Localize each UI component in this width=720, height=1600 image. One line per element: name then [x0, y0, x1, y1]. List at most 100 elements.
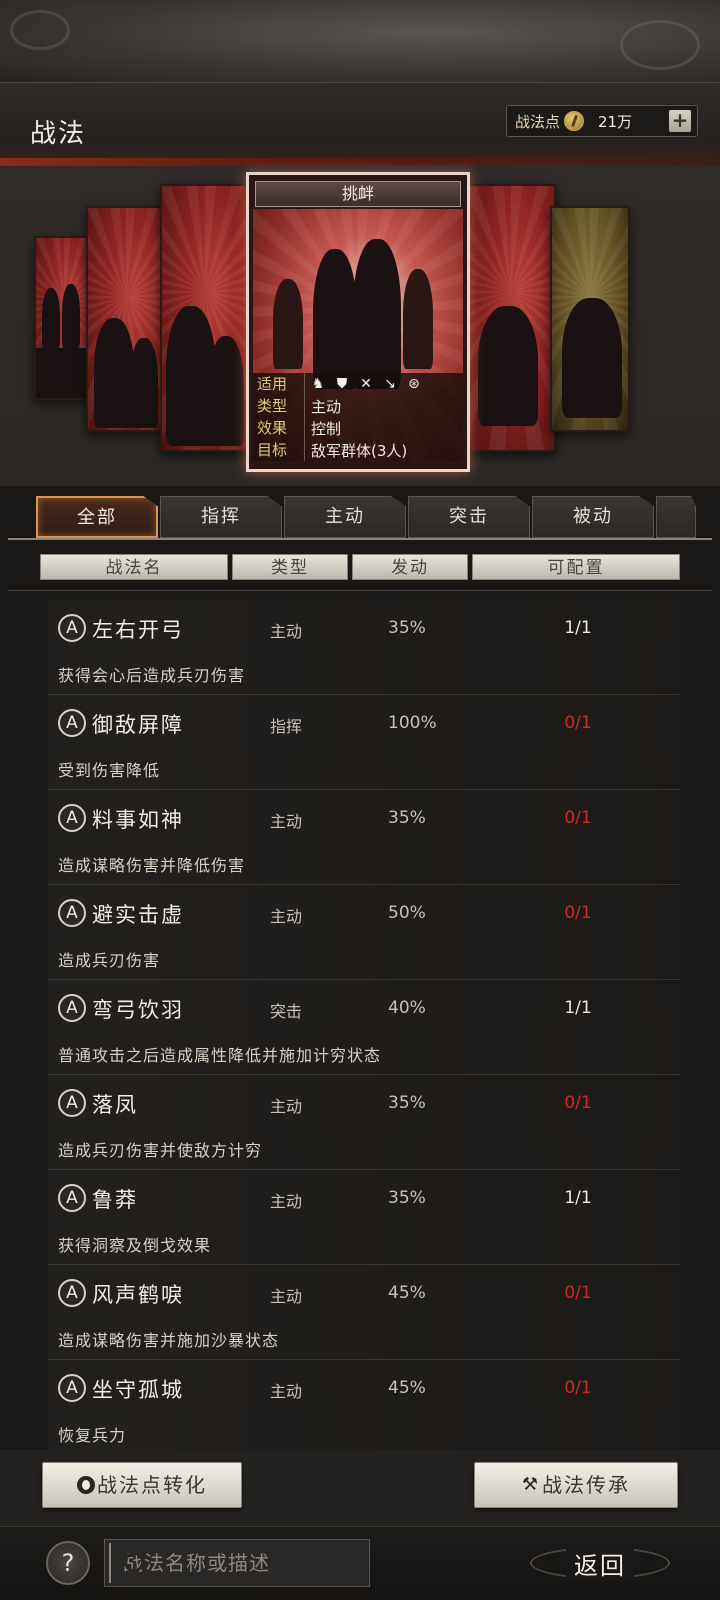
- skill-description: 造成谋略伤害并降低伤害: [58, 856, 246, 875]
- column-header-name[interactable]: 战法名: [40, 554, 228, 580]
- skill-config-count: 0/1: [564, 1093, 592, 1113]
- help-button[interactable]: ?: [46, 1541, 90, 1585]
- skill-description: 获得洞察及倒戈效果: [58, 1236, 212, 1255]
- skill-config-count: 0/1: [564, 808, 592, 828]
- page-title: 战法: [30, 119, 87, 149]
- skill-type: 主动: [270, 1192, 303, 1211]
- cloud-ornament: [620, 20, 700, 70]
- skill-row[interactable]: A 风声鹤唳 主动 45% 0/1 造成谋略伤害并施加沙暴状态: [48, 1265, 680, 1360]
- skill-type: 主动: [270, 1097, 303, 1116]
- skill-config-count: 1/1: [564, 1188, 592, 1208]
- grade-a-icon: A: [58, 1089, 86, 1117]
- top-banner-art: [0, 0, 720, 82]
- column-header-type[interactable]: 类型: [232, 554, 348, 580]
- skill-name: 左右开弓: [92, 618, 184, 642]
- skill-config-count: 1/1: [564, 998, 592, 1018]
- skill-config-count: 0/1: [564, 713, 592, 733]
- skill-filter-tabs: 全部 指挥 主动 突击 被动: [0, 492, 720, 540]
- footer-bar: ? 返回: [0, 1526, 720, 1600]
- tactic-points-value: 21万: [598, 112, 633, 131]
- bow-icon: ✕: [360, 376, 372, 392]
- tab-more[interactable]: [656, 496, 696, 538]
- tab-passive[interactable]: 被动: [532, 496, 654, 538]
- skill-card-thumb[interactable]: [466, 184, 556, 452]
- grade-a-icon: A: [58, 899, 86, 927]
- add-points-button[interactable]: +: [669, 110, 691, 132]
- skill-name: 坐守孤城: [92, 1378, 184, 1402]
- search-input[interactable]: [111, 1540, 372, 1586]
- skill-row[interactable]: A 落凤 主动 35% 0/1 造成兵刃伤害并使敌方计穷: [48, 1075, 680, 1170]
- search-icon[interactable]: [109, 1543, 144, 1583]
- grade-a-icon: A: [58, 1374, 86, 1402]
- skill-trigger-rate: 35%: [388, 808, 426, 828]
- skill-description: 造成兵刃伤害并使敌方计穷: [58, 1141, 263, 1160]
- skill-trigger-rate: 45%: [388, 1283, 426, 1303]
- skill-row[interactable]: A 鲁莽 主动 35% 1/1 获得洞察及倒戈效果: [48, 1170, 680, 1265]
- skill-row[interactable]: A 避实击虚 主动 50% 0/1 造成兵刃伤害: [48, 885, 680, 980]
- skill-config-count: 1/1: [564, 618, 592, 638]
- skill-trigger-rate: 50%: [388, 903, 426, 923]
- skill-description: 普通攻击之后造成属性降低并施加计穷状态: [58, 1046, 382, 1065]
- inherit-skill-button[interactable]: ⚒ 战法传承: [474, 1462, 678, 1508]
- skill-name: 风声鹤唳: [92, 1283, 184, 1307]
- action-bar: 战法点转化 ⚒ 战法传承: [0, 1450, 720, 1526]
- grade-a-icon: A: [58, 709, 86, 737]
- info-row-troops: 适用 ♞ ⛊ ✕ ↘ ⊛: [253, 373, 463, 395]
- skill-row[interactable]: A 料事如神 主动 35% 0/1 造成谋略伤害并降低伤害: [48, 790, 680, 885]
- skill-trigger-rate: 35%: [388, 1093, 426, 1113]
- hammer-icon: ⚒: [521, 1474, 541, 1495]
- grade-a-icon: A: [58, 1184, 86, 1212]
- tab-command[interactable]: 指挥: [160, 496, 282, 538]
- skill-card-carousel[interactable]: 挑衅 适用 ♞ ⛊ ✕ ↘ ⊛ 类型 主动 效果 控制 目标 敌军群体(3人): [0, 166, 720, 486]
- back-label: 返回: [566, 1545, 634, 1581]
- grade-a-icon: A: [58, 994, 86, 1022]
- inherit-skill-label: 战法传承: [542, 1473, 631, 1497]
- skill-trigger-rate: 35%: [388, 618, 426, 638]
- shield-icon: ⛊: [336, 376, 348, 392]
- skill-type: 主动: [270, 812, 303, 831]
- skill-card-thumb[interactable]: [86, 206, 166, 432]
- list-divider: [8, 590, 712, 591]
- skill-row[interactable]: A 左右开弓 主动 35% 1/1 获得会心后造成兵刃伤害: [48, 600, 680, 695]
- skill-card-thumb[interactable]: [34, 236, 94, 400]
- column-header-config[interactable]: 可配置: [472, 554, 680, 580]
- skill-trigger-rate: 100%: [388, 713, 437, 733]
- cavalry-icon: ♞: [311, 376, 325, 392]
- skill-card-thumb[interactable]: [550, 206, 630, 432]
- skill-description: 造成谋略伤害并施加沙暴状态: [58, 1331, 280, 1350]
- skill-name: 料事如神: [92, 808, 184, 832]
- skill-trigger-rate: 40%: [388, 998, 426, 1018]
- page-header: 战法 战法点 21万 +: [0, 82, 720, 166]
- skill-config-count: 0/1: [564, 1283, 592, 1303]
- chariot-wheel-icon: ⊛: [408, 376, 420, 392]
- grade-a-icon: A: [58, 1279, 86, 1307]
- info-row-effect: 效果 控制: [253, 417, 463, 439]
- skill-row[interactable]: A 弯弓饮羽 突击 40% 1/1 普通攻击之后造成属性降低并施加计穷状态: [48, 980, 680, 1075]
- info-key: 目标: [253, 439, 305, 461]
- skill-config-count: 0/1: [564, 903, 592, 923]
- skill-list: A 左右开弓 主动 35% 1/1 获得会心后造成兵刃伤害 A 御敌屏障 指挥 100% 0/1 受到…: [0, 600, 720, 1455]
- convert-points-button[interactable]: 战法点转化: [42, 1462, 242, 1508]
- skill-row[interactable]: A 坐守孤城 主动 45% 0/1 恢复兵力: [48, 1360, 680, 1455]
- info-key: 适用: [253, 373, 305, 395]
- drop-icon: [77, 1476, 95, 1494]
- skill-card-thumb[interactable]: [160, 184, 250, 452]
- spear-icon: ↘: [384, 376, 396, 392]
- skill-trigger-rate: 45%: [388, 1378, 426, 1398]
- skill-type: 主动: [270, 1382, 303, 1401]
- tab-all[interactable]: 全部: [36, 496, 158, 538]
- info-row-type: 类型 主动: [253, 395, 463, 417]
- tab-assault[interactable]: 突击: [408, 496, 530, 538]
- back-button[interactable]: 返回: [530, 1539, 670, 1587]
- skill-config-count: 0/1: [564, 1378, 592, 1398]
- cloud-ornament: [10, 10, 70, 50]
- skill-row[interactable]: A 御敌屏障 指挥 100% 0/1 受到伤害降低: [48, 695, 680, 790]
- column-header-rate[interactable]: 发动: [352, 554, 468, 580]
- troop-type-icons: ♞ ⛊ ✕ ↘ ⊛: [305, 376, 423, 392]
- featured-skill-card[interactable]: 挑衅 适用 ♞ ⛊ ✕ ↘ ⊛ 类型 主动 效果 控制 目标 敌军群体(3人): [246, 172, 470, 472]
- skill-type: 主动: [270, 622, 303, 641]
- info-key: 类型: [253, 395, 305, 417]
- skill-description: 造成兵刃伤害: [58, 951, 161, 970]
- tab-active[interactable]: 主动: [284, 496, 406, 538]
- table-header: 战法名 类型 发动 可配置: [40, 554, 680, 582]
